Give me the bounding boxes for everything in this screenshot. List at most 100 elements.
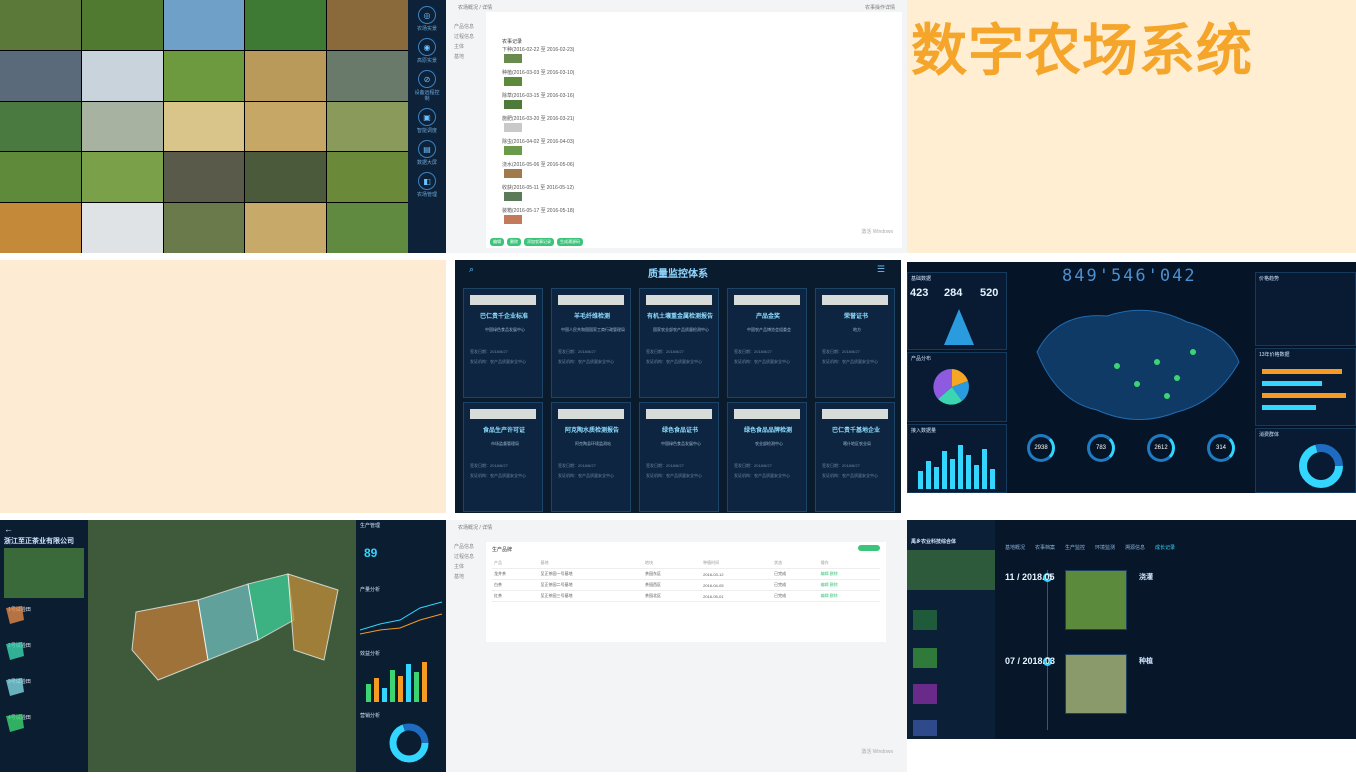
add-button[interactable] bbox=[858, 545, 880, 551]
camera-feed[interactable] bbox=[81, 203, 163, 253]
certificate-card[interactable]: 荣誉证书 地方 签发日期：2018/8/27 发证机构：农产品质量安全中心 bbox=[815, 288, 895, 398]
certificate-card[interactable]: 巴仁贵千企业标准 中国绿色食品发展中心 签发日期：2018/8/27 发证机构：农产品… bbox=[463, 288, 543, 398]
camera-feed[interactable] bbox=[245, 152, 327, 203]
camera-feed[interactable] bbox=[163, 152, 245, 203]
table-cell: 2016-04-05 bbox=[701, 579, 773, 591]
tab-item[interactable]: 基地概况 bbox=[1005, 544, 1025, 551]
entry-photo[interactable] bbox=[504, 100, 522, 109]
action-buttons: 编辑 删除 添加农事记录 生成溯源码 bbox=[490, 238, 583, 246]
certificate-issuer: 发证机构：农产品质量安全中心 bbox=[822, 473, 878, 478]
side-nav-item[interactable]: ◧ 农场管理 bbox=[413, 172, 441, 198]
left-nav-item[interactable]: 基地 bbox=[454, 572, 474, 582]
left-nav-item[interactable]: 过程信息 bbox=[454, 32, 474, 42]
camera-feed[interactable] bbox=[245, 101, 327, 152]
watermark: 激活 Windows bbox=[861, 749, 893, 755]
entry-photo[interactable] bbox=[504, 215, 522, 224]
certificate-card[interactable]: 产品金奖 中国农产品博览会组委会 签发日期：2018/8/27 发证机构：农产品质量安… bbox=[727, 288, 807, 398]
schedule-icon: ▣ bbox=[418, 108, 436, 126]
basic-data-panel: 基础数据 423 284 520 bbox=[907, 272, 1007, 350]
generate-code-button[interactable]: 生成溯源码 bbox=[557, 238, 583, 246]
camera-feed[interactable] bbox=[163, 50, 245, 101]
camera-feed[interactable] bbox=[81, 0, 163, 50]
breadcrumb[interactable]: 农场概况 / 详情 bbox=[458, 4, 492, 11]
tab-item[interactable]: 成长记录 bbox=[1155, 544, 1175, 551]
camera-feed[interactable] bbox=[81, 50, 163, 101]
table-cell[interactable]: 编辑 删除 bbox=[818, 579, 880, 591]
tab-item[interactable]: 溯源信息 bbox=[1125, 544, 1145, 551]
entry-photo[interactable] bbox=[504, 54, 522, 63]
left-nav-item[interactable]: 过程信息 bbox=[454, 552, 474, 562]
table-row[interactable]: 红茶 至正茶园三号基地 茶园北区 2016-05-01 已完成 编辑 删除 bbox=[492, 590, 880, 602]
camera-feed[interactable] bbox=[245, 203, 327, 253]
panel-title: 效益分析 bbox=[360, 651, 381, 657]
breadcrumb[interactable]: 农场概况 / 详情 bbox=[458, 524, 492, 531]
side-nav-item[interactable]: ◉ 高原实景 bbox=[413, 38, 441, 64]
camera-feed[interactable] bbox=[0, 101, 81, 152]
china-map[interactable] bbox=[1017, 292, 1247, 432]
camera-feed[interactable] bbox=[0, 203, 81, 253]
side-nav-item[interactable]: ⊘ 设备远程控制 bbox=[413, 70, 441, 102]
camera-feed[interactable] bbox=[327, 50, 408, 101]
certificate-image bbox=[734, 295, 800, 305]
left-nav-item[interactable]: 基地 bbox=[454, 52, 474, 62]
add-record-button[interactable]: 添加农事记录 bbox=[524, 238, 554, 246]
certificate-card[interactable]: 羊毛纤维检测 中国人民共和国国家工商行政管理局 签发日期：2018/8/27 发证机构… bbox=[551, 288, 631, 398]
delete-button[interactable]: 删除 bbox=[507, 238, 521, 246]
camera-feed[interactable] bbox=[163, 101, 245, 152]
field-thumb[interactable] bbox=[913, 684, 937, 704]
camera-feed[interactable] bbox=[327, 101, 408, 152]
side-nav-item[interactable]: ◎ 农场实景 bbox=[413, 6, 441, 32]
certificate-issuer: 发证机构：农产品质量安全中心 bbox=[558, 473, 614, 478]
camera-feed[interactable] bbox=[163, 0, 245, 50]
table-cell[interactable]: 编辑 删除 bbox=[818, 568, 880, 580]
camera-feed[interactable] bbox=[327, 152, 408, 203]
camera-feed[interactable] bbox=[0, 0, 81, 50]
camera-feed[interactable] bbox=[245, 50, 327, 101]
tab-item[interactable]: 生产监控 bbox=[1065, 544, 1085, 551]
left-nav: 产品信息 过程信息 主体 基地 bbox=[454, 22, 474, 62]
side-nav-item[interactable]: ▣ 智能调度 bbox=[413, 108, 441, 134]
certificate-card[interactable]: 有机土壤重金属检测报告 国家农业部农产品质量检测中心 签发日期：2018/8/27 发… bbox=[639, 288, 719, 398]
camera-feed[interactable] bbox=[81, 152, 163, 203]
watermark: 激活 Windows bbox=[861, 229, 893, 235]
certificate-card[interactable]: 绿色食品证书 中国绿色食品发展中心 签发日期：2018/8/27 发证机构：农产品质量… bbox=[639, 402, 719, 512]
entry-photo[interactable] bbox=[504, 146, 522, 155]
camera-feed[interactable] bbox=[0, 152, 81, 203]
camera-feed[interactable] bbox=[327, 0, 408, 50]
menu-icon[interactable]: ☰ bbox=[877, 264, 885, 275]
entry-photo[interactable] bbox=[504, 169, 522, 178]
tab-item[interactable]: 环境监测 bbox=[1095, 544, 1115, 551]
left-nav-item[interactable]: 主体 bbox=[454, 562, 474, 572]
camera-feed[interactable] bbox=[0, 50, 81, 101]
field-thumb[interactable] bbox=[913, 610, 937, 630]
left-nav-item[interactable]: 产品信息 bbox=[454, 542, 474, 552]
field-thumb[interactable] bbox=[913, 648, 937, 668]
entry-photo[interactable] bbox=[1065, 570, 1127, 630]
left-nav-item[interactable]: 主体 bbox=[454, 42, 474, 52]
camera-feed[interactable] bbox=[163, 203, 245, 253]
side-nav-item[interactable]: ▤ 数据大屏 bbox=[413, 140, 441, 166]
certificate-card[interactable]: 食品生产许可证 市场监督管理局 签发日期：2018/8/27 发证机构：农产品质量安全… bbox=[463, 402, 543, 512]
camera-feed[interactable] bbox=[245, 0, 327, 50]
edit-button[interactable]: 编辑 bbox=[490, 238, 504, 246]
entry-photo[interactable] bbox=[504, 77, 522, 86]
field-thumb[interactable] bbox=[913, 720, 937, 736]
left-nav-item[interactable]: 产品信息 bbox=[454, 22, 474, 32]
certificate-card[interactable]: 阿克陶水质检测报告 阿克陶县环境监测站 签发日期：2018/8/27 发证机构：农产品… bbox=[551, 402, 631, 512]
table-cell[interactable]: 编辑 删除 bbox=[818, 590, 880, 602]
blank-panel bbox=[0, 260, 446, 513]
back-icon[interactable]: ← bbox=[4, 524, 13, 534]
camera-feed[interactable] bbox=[327, 203, 408, 253]
certificate-card[interactable]: 绿色食品品牌检测 农业部检测中心 签发日期：2018/8/27 发证机构：农产品质量安… bbox=[727, 402, 807, 512]
entry-photo[interactable] bbox=[1065, 654, 1127, 714]
entry-photo[interactable] bbox=[504, 123, 522, 132]
entry-photo[interactable] bbox=[504, 192, 522, 201]
camera-feed[interactable] bbox=[81, 101, 163, 152]
tab-item[interactable]: 农事档案 bbox=[1035, 544, 1055, 551]
certificate-card[interactable]: 巴仁贵千基地企业 喀什地区农业局 签发日期：2018/8/27 发证机构：农产品质量安… bbox=[815, 402, 895, 512]
base-title: 禹乡农业科技综合体 bbox=[911, 539, 957, 545]
panel-title: 生产管理 bbox=[360, 523, 381, 529]
table-row[interactable]: 白茶 至正茶园二号基地 茶园西区 2016-04-05 已完成 编辑 删除 bbox=[492, 579, 880, 591]
satellite-map[interactable] bbox=[88, 520, 356, 772]
table-row[interactable]: 龙井茶 至正茶园一号基地 茶园东区 2016-03-12 已完成 编辑 删除 bbox=[492, 568, 880, 580]
